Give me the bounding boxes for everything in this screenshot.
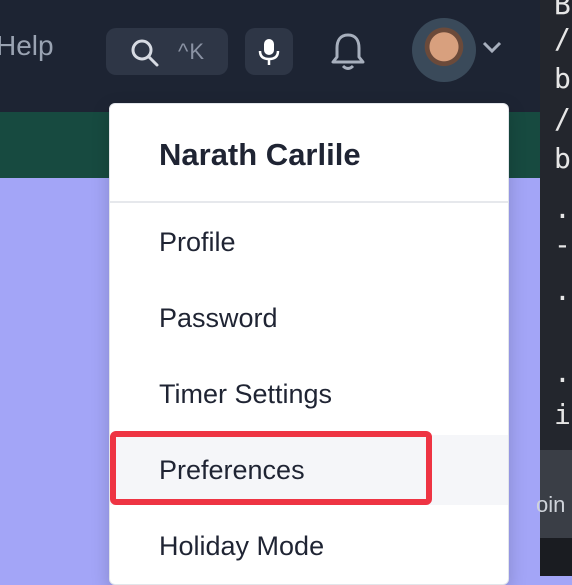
code-line: .	[554, 274, 571, 307]
panel-section	[540, 538, 572, 576]
menu-item-password[interactable]: Password	[110, 283, 508, 353]
code-line: B	[554, 0, 571, 21]
menu-user-name: Narath Carlile	[159, 137, 361, 172]
highlight-annotation	[110, 431, 432, 505]
menu-divider	[110, 201, 508, 203]
search-shortcut: ^K	[178, 39, 205, 64]
menu-item-holiday-mode[interactable]: Holiday Mode	[110, 511, 508, 581]
code-line: i	[554, 398, 571, 431]
help-link[interactable]: Help	[0, 30, 54, 62]
user-avatar[interactable]	[412, 18, 476, 82]
user-dropdown-menu: Narath Carlile Profile Password Timer Se…	[109, 103, 509, 585]
menu-item-label: Profile	[159, 227, 236, 257]
menu-item-timer-settings[interactable]: Timer Settings	[110, 359, 508, 429]
code-line: /	[554, 22, 571, 55]
bell-icon[interactable]	[328, 31, 368, 73]
menu-item-label: Password	[159, 303, 278, 333]
code-line: b	[554, 142, 571, 175]
code-line: -	[554, 228, 571, 261]
code-line: .	[554, 192, 571, 225]
menu-item-label: Timer Settings	[159, 379, 333, 409]
code-line: .	[554, 356, 571, 389]
menu-item-profile[interactable]: Profile	[110, 207, 508, 277]
join-button[interactable]: oin	[536, 492, 565, 518]
search-icon	[131, 39, 159, 67]
code-line: b	[554, 62, 571, 95]
microphone-icon	[258, 39, 280, 65]
menu-item-label: Holiday Mode	[159, 531, 325, 561]
code-line: /	[554, 102, 571, 135]
search-button[interactable]: ^K	[106, 28, 228, 75]
code-editor-panel: B / b / b . - . . i oin	[536, 0, 572, 576]
voice-input-button[interactable]	[245, 28, 293, 75]
top-navigation-bar: Help ^K	[0, 0, 572, 112]
chevron-down-icon[interactable]	[482, 40, 502, 54]
